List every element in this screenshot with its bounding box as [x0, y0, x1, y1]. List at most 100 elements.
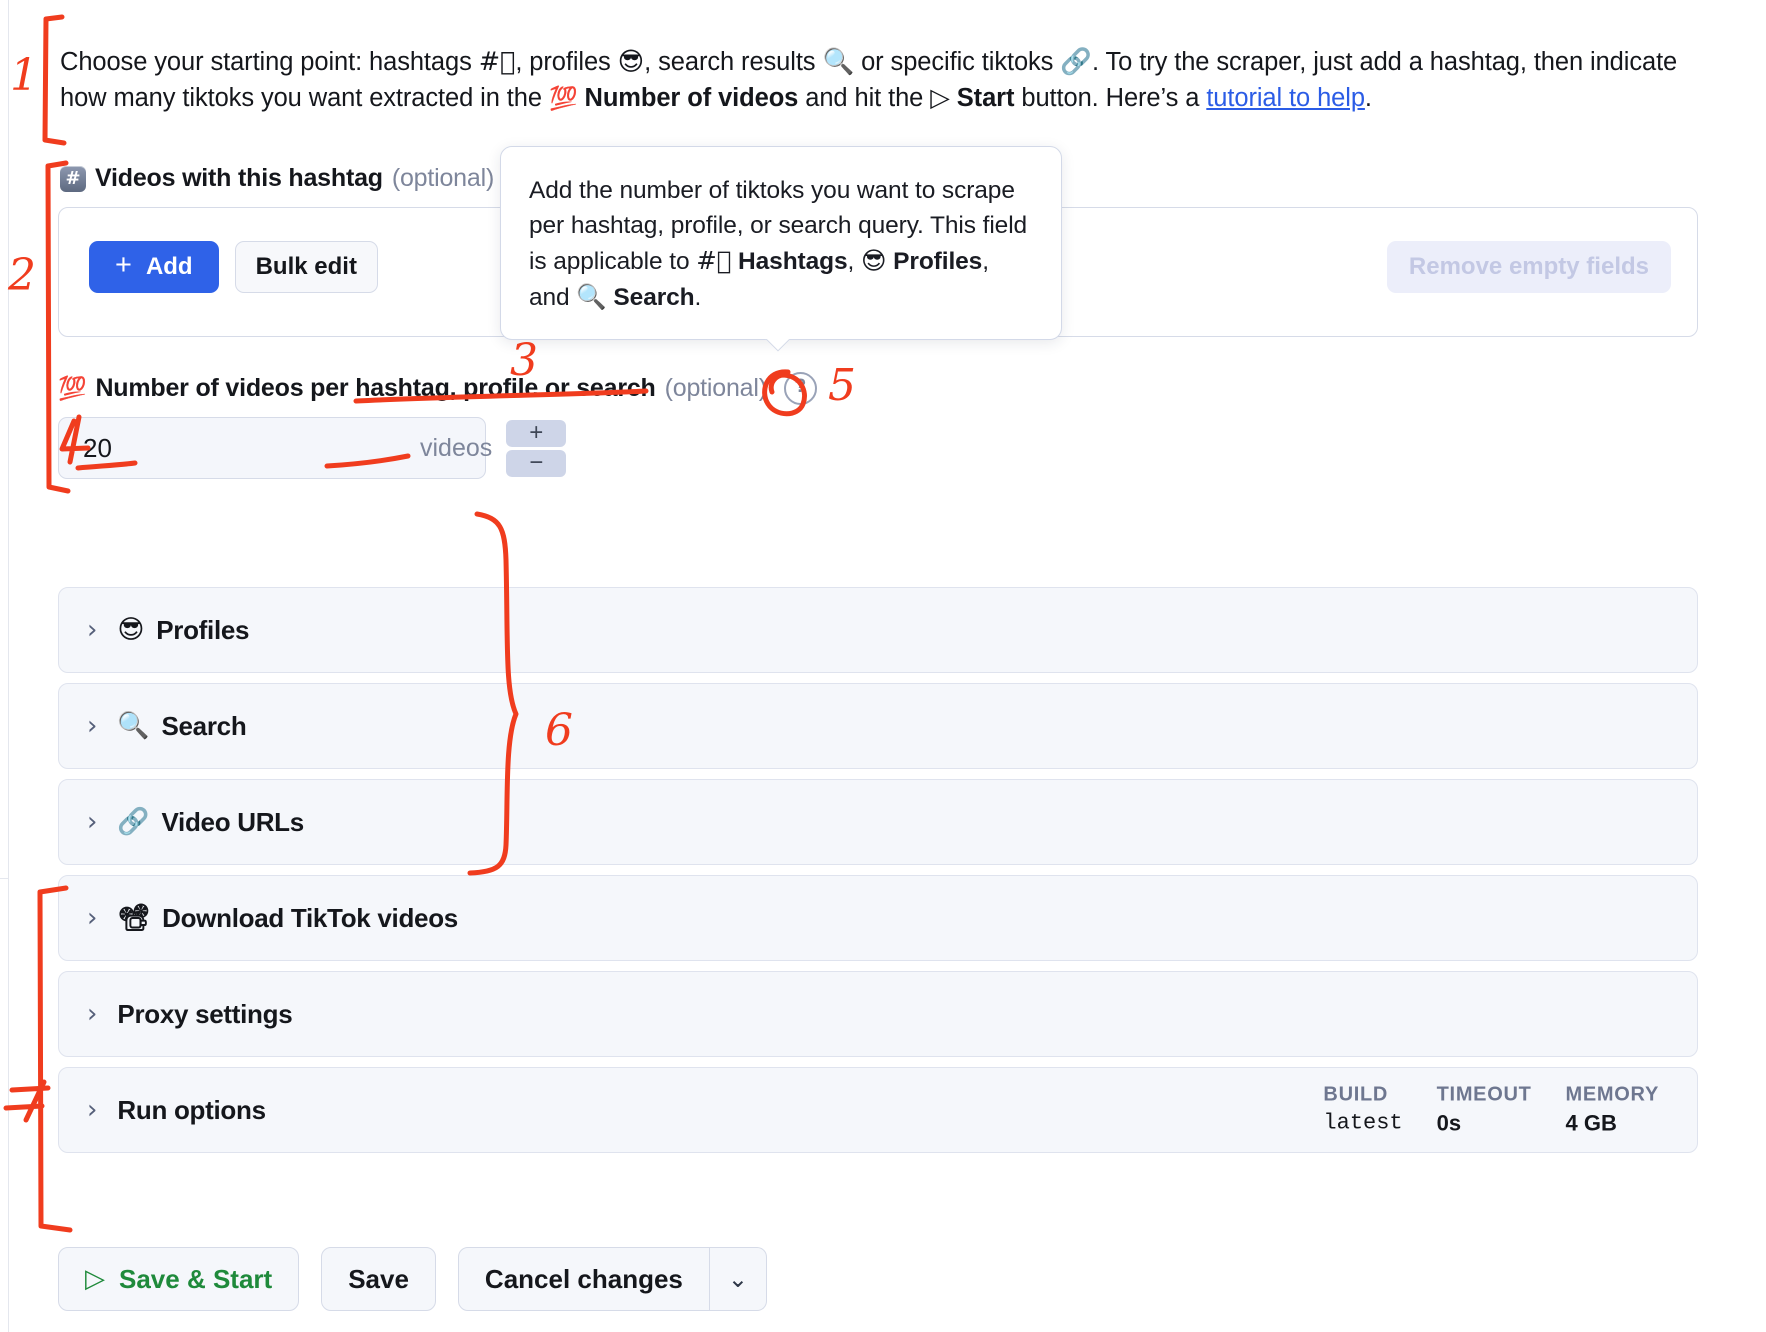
section-run-options[interactable]: › Run options BUILD latest TIMEOUT 0s ME… [58, 1067, 1698, 1153]
run-options-meta: BUILD latest TIMEOUT 0s MEMORY 4 GB [1323, 1084, 1659, 1137]
save-and-start-label: Save & Start [119, 1264, 272, 1295]
section-search[interactable]: › 🔍 Search [58, 683, 1698, 769]
chevron-down-icon[interactable]: ⌄ [710, 1247, 767, 1311]
hashtag-field-label: # Videos with this hashtag (optional) [60, 164, 494, 193]
section-download-tiktok-videos-label: Download TikTok videos [162, 903, 458, 934]
tooltip-bold-profiles: Profiles [893, 248, 982, 275]
page-rail-divider [0, 878, 9, 879]
intro-bold-start: Start [957, 84, 1015, 112]
section-download-tiktok-videos[interactable]: › 📽 Download TikTok videos [58, 875, 1698, 961]
hashtag-field-optional: (optional) [392, 164, 494, 193]
number-of-videos-optional: (optional) [665, 374, 767, 403]
number-stepper: + − [506, 420, 572, 477]
add-button-label: Add [146, 253, 193, 281]
bulk-edit-button[interactable]: Bulk edit [235, 241, 378, 293]
hashtag-field-label-text: Videos with this hashtag [95, 164, 383, 193]
hashtag-badge-icon: # [60, 166, 86, 192]
section-run-options-title: Run options [117, 1095, 265, 1126]
intro-text-1: Choose your starting point: hashtags [60, 48, 479, 76]
intro-text-6: and hit the [798, 84, 930, 112]
intro-text-4: or specific tiktoks [854, 48, 1060, 76]
run-meta-build: BUILD latest [1323, 1084, 1402, 1137]
chevron-right-icon: › [87, 903, 97, 933]
number-of-videos-unit: videos [420, 434, 506, 463]
search-icon: 🔍 [117, 711, 149, 741]
hashtag-field-actions: + Add Bulk edit [89, 241, 378, 293]
number-of-videos-label-text: Number of videos per hashtag, profile or… [95, 374, 655, 403]
run-meta-build-key: BUILD [1323, 1084, 1402, 1107]
intro-bold-number-of-videos: Number of videos [585, 84, 799, 112]
section-video-urls-title: 🔗 Video URLs [117, 807, 304, 838]
chevron-right-icon: › [87, 807, 97, 837]
decrement-button[interactable]: − [506, 450, 566, 477]
section-search-label: Search [161, 711, 246, 742]
run-meta-memory-key: MEMORY [1566, 1084, 1659, 1107]
annotation-5: 5 [828, 360, 856, 411]
help-question-icon[interactable]: ? [784, 372, 817, 405]
link-icon: 🔗 [1060, 47, 1092, 77]
hashtag-icon: #⃣ [479, 47, 516, 77]
run-meta-timeout: TIMEOUT 0s [1437, 1084, 1532, 1137]
intro-text-2: , profiles [515, 48, 617, 76]
page-left-rail [8, 0, 9, 1332]
intro-paragraph: Choose your starting point: hashtags #⃣,… [60, 44, 1700, 117]
add-button[interactable]: + Add [89, 241, 219, 293]
chevron-right-icon: › [87, 999, 97, 1029]
intro-text-7: button. Here’s a [1014, 84, 1206, 112]
film-projector-icon: 📽 [117, 903, 150, 933]
sunglasses-face-icon: 😎 [618, 47, 644, 77]
link-icon: 🔗 [117, 807, 149, 837]
tooltip-text: Add the number of tiktoks you want to sc… [529, 173, 1033, 315]
play-icon: ▷ [930, 83, 950, 113]
actor-input-form: Choose your starting point: hashtags #⃣,… [0, 0, 1766, 1332]
tooltip-bold-search: Search [613, 284, 694, 311]
tooltip-arrow [764, 339, 790, 353]
tooltip-text-d: . [695, 284, 702, 311]
tooltip-text-b: , [848, 248, 861, 275]
save-button[interactable]: Save [321, 1247, 436, 1311]
hundred-points-icon: 💯 [58, 375, 86, 402]
tooltip-search-icon: 🔍 [576, 282, 606, 311]
chevron-right-icon: › [87, 711, 97, 741]
run-meta-memory-value: 4 GB [1566, 1111, 1659, 1137]
run-meta-build-value: latest [1323, 1111, 1402, 1136]
save-and-start-button[interactable]: ▷ Save & Start [58, 1247, 299, 1311]
remove-empty-fields-button[interactable]: Remove empty fields [1387, 241, 1671, 293]
section-profiles-label: Profiles [156, 615, 249, 646]
section-profiles[interactable]: › 😎 Profiles [58, 587, 1698, 673]
intro-text-8: . [1365, 84, 1372, 112]
annotation-1: 1 [10, 50, 38, 101]
chevron-right-icon: › [87, 1095, 97, 1125]
run-meta-timeout-key: TIMEOUT [1437, 1084, 1532, 1107]
form-footer: ▷ Save & Start Save Cancel changes ⌄ [58, 1247, 767, 1311]
cancel-changes-split-button: Cancel changes ⌄ [458, 1247, 767, 1311]
cancel-changes-button[interactable]: Cancel changes [458, 1247, 710, 1311]
section-proxy-settings-title: Proxy settings [117, 999, 292, 1030]
number-of-videos-input[interactable] [59, 432, 420, 465]
search-icon: 🔍 [822, 47, 854, 77]
hundred-points-icon: 💯 [549, 86, 578, 112]
increment-button[interactable]: + [506, 420, 566, 447]
annotation-2: 2 [7, 250, 36, 301]
tooltip-hashtag-icon: #⃣ [696, 246, 731, 275]
intro-text-3: , search results [644, 48, 822, 76]
section-video-urls[interactable]: › 🔗 Video URLs [58, 779, 1698, 865]
number-of-videos-label: 💯 Number of videos per hashtag, profile … [58, 372, 817, 405]
run-meta-memory: MEMORY 4 GB [1566, 1084, 1659, 1137]
tooltip-sunglasses-face-icon: 😎 [861, 246, 886, 275]
number-of-videos-input-group: videos + − [58, 417, 486, 479]
run-meta-timeout-value: 0s [1437, 1111, 1532, 1137]
section-profiles-title: 😎 Profiles [117, 615, 249, 646]
section-run-options-label: Run options [117, 1095, 265, 1126]
section-search-title: 🔍 Search [117, 711, 246, 742]
section-download-tiktok-videos-title: 📽 Download TikTok videos [117, 903, 458, 934]
chevron-right-icon: › [87, 615, 97, 645]
section-proxy-settings-label: Proxy settings [117, 999, 292, 1030]
play-icon: ▷ [85, 1264, 105, 1294]
plus-icon: + [115, 251, 132, 280]
tutorial-link[interactable]: tutorial to help [1206, 84, 1365, 112]
tooltip-bold-hashtags: Hashtags [738, 248, 848, 275]
section-proxy-settings[interactable]: › Proxy settings [58, 971, 1698, 1057]
sunglasses-face-icon: 😎 [117, 615, 144, 645]
number-of-videos-tooltip: Add the number of tiktoks you want to sc… [500, 146, 1062, 340]
